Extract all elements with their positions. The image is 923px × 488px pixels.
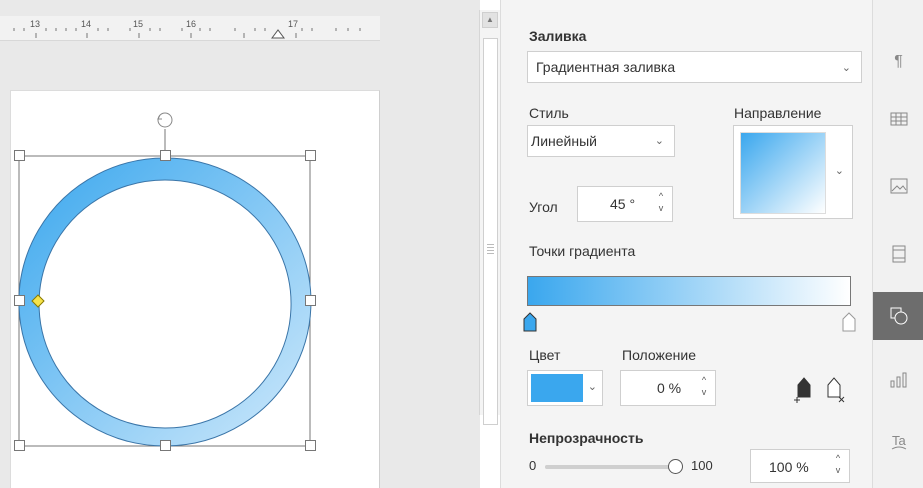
spin-up-icon[interactable]: ^ (833, 454, 843, 463)
opacity-min-label: 0 (529, 458, 537, 473)
opacity-value: 100 % (769, 459, 809, 475)
resize-handle-e[interactable] (305, 295, 316, 306)
resize-handle-ne[interactable] (305, 150, 316, 161)
table-icon[interactable] (873, 95, 923, 143)
remove-gradient-stop-icon[interactable] (823, 373, 847, 403)
color-picker[interactable]: ⌄ (527, 370, 603, 406)
paragraph-icon[interactable]: ¶ (873, 38, 923, 86)
shape-settings-panel: Заливка Градиентная заливка ⌄ Стиль Лине… (500, 0, 873, 488)
direction-label: Направление (734, 105, 822, 121)
vertical-scrollbar[interactable]: ▲ (479, 10, 501, 425)
spin-down-icon[interactable]: v (656, 204, 666, 213)
gradient-points-label: Точки градиента (529, 243, 636, 259)
ruler-label: 17 (288, 19, 299, 29)
resize-handle-s[interactable] (160, 440, 171, 451)
opacity-slider-thumb[interactable] (668, 459, 683, 474)
ruler-label: 15 (133, 19, 144, 29)
svg-text:Ta: Ta (892, 433, 907, 448)
text-art-icon[interactable]: Ta (873, 418, 923, 466)
ruler-label: 13 (30, 19, 41, 29)
document-area[interactable]: 13 14 15 16 17 (0, 0, 480, 488)
horizontal-ruler[interactable]: 13 14 15 16 17 (0, 16, 380, 41)
color-label: Цвет (529, 347, 561, 363)
chevron-down-icon: ⌄ (841, 62, 851, 74)
spin-up-icon[interactable]: ^ (699, 376, 709, 385)
ring-shape (18, 157, 312, 447)
fill-type-select[interactable]: Градиентная заливка ⌄ (527, 51, 862, 83)
angle-value: 45 ° (610, 196, 636, 212)
ruler-indent-marker (271, 29, 285, 39)
opacity-slider-track[interactable] (545, 465, 675, 469)
position-value: 0 % (657, 380, 682, 396)
style-label: Стиль (529, 105, 569, 121)
resize-handle-se[interactable] (305, 440, 316, 451)
gradient-stops[interactable] (521, 305, 861, 335)
spin-down-icon[interactable]: v (699, 388, 709, 397)
opacity-heading: Непрозрачность (529, 430, 644, 446)
opacity-max-label: 100 (691, 458, 713, 473)
chevron-down-icon: ⌄ (834, 165, 844, 177)
chevron-down-icon: ⌄ (654, 135, 664, 147)
angle-label: Угол (529, 199, 558, 215)
opacity-input[interactable]: 100 % ^ v (750, 449, 850, 483)
fill-type-value: Градиентная заливка (536, 59, 676, 75)
shape-icon[interactable] (873, 292, 923, 340)
angle-input[interactable]: 45 ° ^ v (577, 186, 673, 222)
scroll-thumb[interactable] (483, 38, 498, 425)
gradient-stop-end-icon (842, 312, 856, 332)
spin-down-icon[interactable]: v (833, 466, 843, 475)
gradient-bar[interactable] (527, 276, 851, 306)
resize-handle-w[interactable] (14, 295, 25, 306)
style-value: Линейный (531, 133, 597, 149)
direction-picker[interactable]: ⌄ (733, 125, 853, 219)
ruler-label: 14 (81, 19, 92, 29)
header-footer-icon[interactable] (873, 230, 923, 278)
color-swatch (531, 374, 583, 402)
gradient-stop-start-icon (523, 312, 537, 332)
spin-up-icon[interactable]: ^ (656, 192, 666, 201)
position-input[interactable]: 0 % ^ v (620, 370, 716, 406)
chevron-down-icon: ⌄ (587, 381, 597, 393)
ruler-label: 16 (186, 19, 197, 29)
chart-icon[interactable] (873, 356, 923, 404)
fill-heading: Заливка (529, 28, 587, 44)
position-label: Положение (622, 347, 696, 363)
style-select[interactable]: Линейный ⌄ (527, 125, 675, 157)
image-icon[interactable] (873, 162, 923, 210)
right-sidebar: ¶ Ta (872, 0, 923, 488)
resize-handle-nw[interactable] (14, 150, 25, 161)
resize-handle-n[interactable] (160, 150, 171, 161)
opacity-slider-fill (545, 465, 675, 469)
direction-preview (740, 132, 826, 214)
scroll-up-icon[interactable]: ▲ (482, 12, 498, 28)
add-gradient-stop-icon[interactable] (793, 373, 815, 403)
resize-handle-sw[interactable] (14, 440, 25, 451)
